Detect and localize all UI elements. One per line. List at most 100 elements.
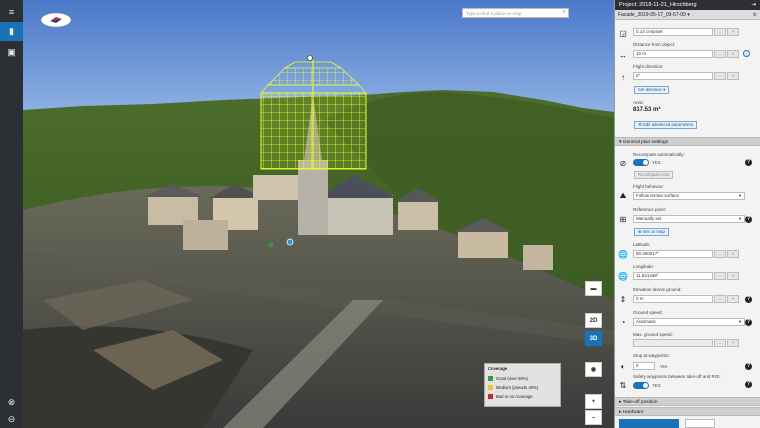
refpoint-label: Reference point: — [633, 207, 667, 212]
legend-item: Good (over 60%) — [488, 374, 557, 383]
speed-icon: ◔ — [620, 317, 626, 327]
project-header: Project: 2018-11-21_Hirschberg ⇥ — [615, 0, 760, 10]
legend-item: Bad or no coverage — [488, 392, 557, 401]
increment-button[interactable]: + — [727, 28, 739, 36]
help-icon[interactable]: ? — [745, 363, 752, 370]
speed-select[interactable]: Automatic ▼ — [633, 318, 745, 326]
decrement-button[interactable]: – — [714, 250, 726, 258]
help-icon[interactable]: ? — [745, 159, 752, 166]
view-2d-button[interactable]: 2D — [585, 313, 602, 328]
increment-button[interactable]: + — [727, 50, 739, 58]
chevron-down-icon: ▾ — [687, 12, 690, 18]
left-toolbar: ≡ ▮ ▣ ⊗ ⊖ — [0, 0, 23, 428]
info-icon[interactable]: i — [743, 50, 750, 57]
decrement-button[interactable]: – — [714, 50, 726, 58]
help-icon[interactable]: ? — [745, 381, 752, 388]
edit-advanced-button[interactable]: ⚙ Edit advanced parameters — [634, 121, 698, 129]
latitude-label: Latitude: — [633, 242, 651, 247]
project-title: Project: 2018-11-21_Hirschberg — [619, 2, 697, 8]
decrement-button[interactable]: – — [714, 339, 726, 347]
recompute-toggle[interactable] — [633, 159, 649, 166]
distance-field[interactable]: 10 m — [633, 50, 713, 58]
latitude-field[interactable]: 50.400017° — [633, 250, 713, 258]
increment-button[interactable]: + — [727, 295, 739, 303]
map-3d-view[interactable]: Type to find a place on map ⌕ ▬ 2D 3D ◉ … — [23, 0, 614, 428]
safety-icon: ⇅ — [619, 380, 627, 390]
coverage-legend: Coverage Good (over 60%) Medium (pseudo … — [484, 363, 561, 407]
exit-icon[interactable]: ⇥ — [751, 0, 756, 10]
plan-selector[interactable]: Facade_2019-05-17_09-57-00 ▾ ⚙ — [615, 10, 760, 20]
app-root: ≡ ▮ ▣ ⊗ ⊖ Type to find a place on map ⌕ … — [0, 0, 760, 428]
help-icon[interactable]: ? — [745, 319, 752, 326]
set-direction-button[interactable]: Set direction ▾ — [634, 86, 670, 94]
search-icon[interactable]: ⌕ — [563, 9, 566, 16]
map-search-input[interactable]: Type to find a place on map ⌕ — [462, 8, 569, 18]
zoom-in-button[interactable]: + — [585, 394, 602, 409]
distance-icon: ↔ — [619, 50, 627, 60]
recompute-toggle-label: YES — [652, 160, 661, 165]
gear-icon[interactable]: ⚙ — [753, 10, 757, 20]
direction-field[interactable]: 0° — [633, 72, 713, 80]
elevation-icon: ⇕ — [619, 294, 627, 304]
increment-button[interactable]: + — [727, 339, 739, 347]
decrement-button[interactable]: – — [714, 272, 726, 280]
help-icon[interactable]: ? — [745, 296, 752, 303]
direction-label: Flight direction: — [633, 64, 664, 69]
mission-panel: Project: 2018-11-21_Hirschberg ⇥ Facade_… — [614, 0, 760, 428]
recompute-button[interactable]: Recompute now — [634, 171, 674, 179]
legend-item: Medium (pseudo 40%) — [488, 383, 557, 392]
view-3d-button[interactable]: 3D — [585, 331, 602, 346]
increment-button[interactable]: + — [727, 72, 739, 80]
primary-action-button[interactable] — [619, 419, 679, 428]
stop-icon: ◐ — [620, 361, 626, 371]
behavior-icon: ⛰ — [619, 191, 627, 200]
zoom-out-button[interactable]: – — [585, 410, 602, 425]
safety-label: Safety waypoints between take-off and RO… — [633, 374, 721, 379]
direction-icon: ↑ — [621, 72, 625, 82]
user-icon[interactable]: ⊖ — [0, 410, 23, 428]
area-value: 817.53 m² — [633, 107, 661, 113]
chevron-down-icon: ▼ — [738, 193, 742, 198]
increment-button[interactable]: + — [727, 250, 739, 258]
compass-icon[interactable] — [40, 12, 72, 28]
camera-icon: ▬ — [590, 285, 597, 292]
set-on-map-button[interactable]: ⊕ Set on map — [634, 228, 669, 236]
takeoff-section[interactable]: ▸ Take-off position — [615, 397, 760, 406]
recompute-label: Recompute automatically: — [633, 152, 685, 157]
stop-label: Stop at waypoints: — [633, 353, 670, 358]
stop-field[interactable]: 0 — [633, 362, 655, 370]
globe-icon: 🌐 — [618, 249, 628, 259]
layers-icon[interactable]: ▣ — [0, 43, 23, 62]
behavior-select[interactable]: Follow terrain surface ▼ — [633, 192, 745, 200]
legend-title: Coverage — [488, 366, 508, 371]
hardware-section[interactable]: ▸ Hardware — [615, 407, 760, 416]
decrement-button[interactable]: – — [714, 72, 726, 80]
refpoint-select[interactable]: Manually set ▼ — [633, 215, 745, 223]
gsd-icon: ◲ — [619, 28, 627, 38]
longitude-field[interactable]: 11.821438° — [633, 272, 713, 280]
general-settings-section[interactable]: ▾ General plan settings — [615, 137, 760, 146]
mission-icon[interactable]: ▮ — [0, 22, 23, 41]
chevron-down-icon: ▼ — [738, 319, 742, 324]
menu-icon[interactable]: ≡ — [0, 2, 23, 21]
safety-toggle-label: YES — [652, 383, 661, 388]
distance-label: Distance from object: — [633, 42, 676, 47]
recompute-icon: ⊘ — [619, 158, 627, 168]
gsd-field[interactable]: 0.14 cm/pixel — [633, 28, 713, 36]
decrement-button[interactable]: – — [714, 28, 726, 36]
longitude-label: Longitude: — [633, 264, 655, 269]
locate-icon[interactable]: ◉ — [585, 362, 602, 377]
speed-label: Ground speed: — [633, 310, 663, 315]
increment-button[interactable]: + — [727, 272, 739, 280]
maxspeed-field[interactable] — [633, 339, 713, 347]
decrement-button[interactable]: – — [714, 295, 726, 303]
refpoint-icon: ⊞ — [619, 214, 627, 224]
stop-unit: Yes — [660, 364, 668, 369]
secondary-action-button[interactable] — [685, 419, 715, 428]
elevation-label: Elevation above ground: — [633, 287, 682, 292]
screenshot-button[interactable]: ▬ — [585, 281, 602, 296]
globe-icon: 🌐 — [618, 271, 628, 281]
elevation-field[interactable]: 0 m — [633, 295, 713, 303]
safety-toggle[interactable] — [633, 382, 649, 389]
help-icon[interactable]: ? — [745, 216, 752, 223]
